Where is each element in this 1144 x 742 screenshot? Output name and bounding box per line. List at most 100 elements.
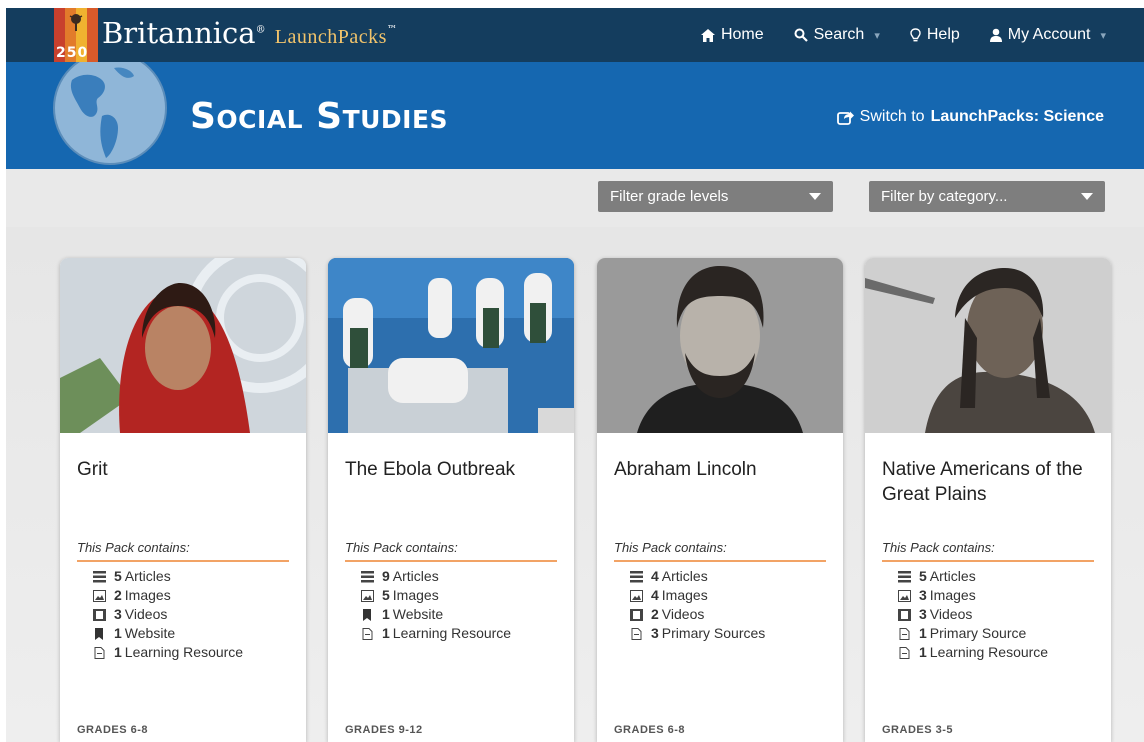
nav-my-account[interactable]: My Account ▾ [989, 26, 1106, 44]
user-icon [989, 28, 1002, 42]
item-label: Images [929, 586, 976, 603]
launchpack-card[interactable]: Native Americans of the Great Plains Thi… [865, 258, 1111, 742]
item-count: 1 [114, 624, 122, 641]
top-navigation-bar: 250 Britannica® LaunchPacks™ Home Search… [6, 8, 1144, 62]
main-nav: Home Search ▾ Help My Account ▾ [700, 8, 1106, 62]
item-count: 2 [114, 586, 122, 603]
home-icon [700, 28, 715, 42]
item-count: 5 [382, 586, 390, 603]
item-label: Website [124, 624, 176, 641]
switch-target: LaunchPacks: Science [930, 108, 1104, 125]
logo-250-text: 250 [56, 45, 89, 61]
document-icon [898, 627, 911, 640]
britannica-250-logo[interactable]: 250 [54, 8, 98, 62]
list-icon [630, 570, 643, 582]
bookmark-icon [361, 608, 374, 621]
brand-product: LaunchPacks [274, 26, 387, 48]
chevron-down-icon: ▾ [1100, 29, 1106, 42]
launchpack-card[interactable]: The Ebola Outbreak This Pack contains: 9… [328, 258, 574, 742]
document-icon [93, 646, 106, 659]
search-icon [794, 28, 808, 42]
list-item: 4 Images [630, 585, 765, 604]
card-title[interactable]: The Ebola Outbreak [345, 457, 560, 482]
card-contains-label: This Pack contains: [882, 540, 1094, 562]
list-item: 1 Primary Source [898, 623, 1048, 642]
item-count: 1 [382, 605, 390, 622]
card-resource-list: 9 Articles 5 Images 1 Website 1 Learning Res… [361, 566, 511, 642]
grade-filter-label: Filter grade levels [610, 188, 729, 205]
item-count: 1 [114, 643, 122, 660]
card-title[interactable]: Abraham Lincoln [614, 457, 829, 482]
item-count: 3 [919, 605, 927, 622]
list-item: 2 Images [93, 585, 243, 604]
list-item: 5 Articles [93, 566, 243, 585]
item-count: 9 [382, 567, 390, 584]
card-photo-malala[interactable] [60, 258, 306, 433]
caret-down-icon [1081, 193, 1093, 200]
item-count: 1 [382, 624, 390, 641]
list-item: 1 Learning Resource [361, 623, 511, 642]
nav-home[interactable]: Home [700, 26, 764, 44]
category-filter-label: Filter by category... [881, 188, 1008, 205]
item-count: 3 [114, 605, 122, 622]
list-item: 3 Primary Sources [630, 623, 765, 642]
filter-bar: Filter grade levels Filter by category..… [6, 169, 1144, 227]
card-photo-lincoln[interactable] [597, 258, 843, 433]
launchpack-card[interactable]: Abraham Lincoln This Pack contains: 4 Art… [597, 258, 843, 742]
card-grades: GRADES 3-5 [882, 724, 954, 736]
category-filter[interactable]: Filter by category... [869, 181, 1105, 212]
item-label: Images [392, 586, 439, 603]
document-icon [361, 627, 374, 640]
brand-wordmark[interactable]: Britannica® LaunchPacks™ [102, 16, 397, 50]
list-item: 3 Videos [93, 604, 243, 623]
item-label: Images [661, 586, 708, 603]
card-grades: GRADES 6-8 [614, 724, 686, 736]
card-grades: GRADES 6-8 [77, 724, 149, 736]
item-count: 3 [919, 586, 927, 603]
item-label: Articles [124, 567, 171, 584]
switch-prefix: Switch to [859, 108, 925, 125]
nav-home-label: Home [720, 26, 764, 43]
item-label: Images [124, 586, 171, 603]
card-resource-list: 5 Articles 2 Images 3 Videos 1 Website 1 Lear… [93, 566, 243, 661]
item-label: Videos [124, 605, 168, 622]
nav-search[interactable]: Search ▾ [794, 26, 880, 44]
trademark-mark: ™ [386, 24, 397, 36]
card-photo-ebola[interactable] [328, 258, 574, 433]
video-icon [630, 608, 643, 621]
video-icon [898, 608, 911, 621]
item-count: 1 [919, 643, 927, 660]
list-item: 1 Website [93, 623, 243, 642]
document-icon [630, 627, 643, 640]
item-label: Learning Resource [124, 643, 244, 660]
card-resource-list: 4 Articles 4 Images 2 Videos 3 Primary Sourc… [630, 566, 765, 642]
list-item: 3 Images [898, 585, 1048, 604]
item-label: Website [392, 605, 444, 622]
item-label: Articles [392, 567, 439, 584]
switch-to-science-link[interactable]: Switch to LaunchPacks: Science [836, 108, 1104, 126]
nav-account-label: My Account [1007, 26, 1091, 43]
globe-icon [53, 62, 167, 165]
nav-search-label: Search [813, 26, 865, 43]
list-item: 5 Articles [898, 566, 1048, 585]
list-icon [93, 570, 106, 582]
nav-help[interactable]: Help [910, 26, 960, 44]
list-item: 9 Articles [361, 566, 511, 585]
brand-name: Britannica [102, 16, 256, 50]
launchpack-card[interactable]: Grit This Pack contains: 5 Articles 2 Imag… [60, 258, 306, 742]
card-title[interactable]: Native Americans of the Great Plains [882, 457, 1097, 507]
list-icon [898, 570, 911, 582]
grade-level-filter[interactable]: Filter grade levels [598, 181, 833, 212]
page-title: Social Studies [190, 96, 449, 137]
item-count: 5 [919, 567, 927, 584]
item-label: Learning Resource [929, 643, 1049, 660]
document-icon [898, 646, 911, 659]
item-count: 3 [651, 624, 659, 641]
card-photo-native-americans[interactable] [865, 258, 1111, 433]
item-count: 2 [651, 605, 659, 622]
image-icon [93, 589, 106, 602]
caret-down-icon [809, 193, 821, 200]
item-label: Articles [661, 567, 708, 584]
card-title[interactable]: Grit [77, 457, 292, 482]
item-count: 5 [114, 567, 122, 584]
